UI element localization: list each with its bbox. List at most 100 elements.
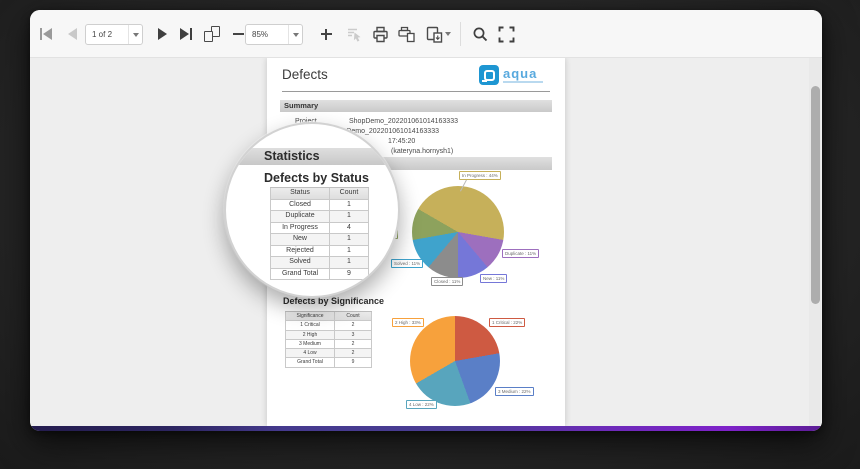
toolbar-separator	[460, 22, 461, 46]
summary-project-value: ShopDemo_202201061014163333	[349, 118, 458, 125]
table-row: New1	[270, 234, 369, 246]
select-tool-icon	[345, 25, 363, 43]
document-viewer: Defects aqua Summary Project ShopDemo_20…	[30, 58, 822, 426]
status-table: StatusCountClosed1Duplicate1In Progress4…	[270, 187, 369, 280]
previous-page-button[interactable]	[60, 23, 84, 45]
table-cell: In Progress	[271, 223, 330, 234]
chevron-down-icon	[133, 33, 139, 37]
table-row: 1 Critical2	[285, 321, 372, 330]
table-cell: 4 Low	[286, 349, 335, 357]
page-layout-button[interactable]	[200, 23, 224, 45]
pie-label-closed: Closed : 11%	[431, 277, 463, 286]
table-cell: Grand Total	[271, 269, 330, 280]
table-cell: Closed	[271, 200, 330, 211]
next-page-icon	[158, 28, 167, 40]
table-cell: 3	[335, 331, 372, 339]
fullscreen-button[interactable]	[494, 23, 518, 45]
table-cell: 1	[330, 234, 369, 245]
summary-section-header: Summary	[280, 100, 552, 112]
previous-page-icon	[68, 28, 77, 40]
table-cell: 3 Medium	[286, 340, 335, 348]
select-tool-button[interactable]	[342, 23, 366, 45]
aqua-logo-wordmark: aqua	[503, 68, 543, 79]
aqua-logo-tagline	[503, 81, 543, 83]
summary-user-value: (kateryna.hornysh1)	[391, 148, 453, 155]
scrollbar-thumb[interactable]	[811, 86, 820, 304]
defects-by-significance-title: Defects by Significance	[283, 296, 384, 306]
report-title: Defects	[282, 67, 328, 82]
print-button[interactable]	[368, 23, 392, 45]
table-row: Grand Total9	[270, 269, 369, 281]
pie-label-new: New : 11%	[480, 274, 507, 283]
pie-label-in-progress: In Progress : 44%	[459, 171, 501, 180]
toolbar: 1 of 2 85%	[30, 10, 822, 58]
zoom-out-icon	[233, 33, 244, 35]
defects-by-significance-pie-chart	[410, 316, 500, 406]
defects-by-status-pie-chart	[412, 186, 504, 278]
export-button[interactable]	[422, 23, 454, 45]
table-cell: Duplicate	[271, 211, 330, 222]
table-cell: 1 Critical	[286, 321, 335, 329]
report-viewer-window: 1 of 2 85%	[30, 10, 822, 431]
table-cell: 2	[335, 321, 372, 329]
next-page-button[interactable]	[150, 23, 174, 45]
table-cell: New	[271, 234, 330, 245]
table-cell: 2 High	[286, 331, 335, 339]
first-page-button[interactable]	[34, 23, 58, 45]
zoom-in-icon	[321, 29, 332, 40]
table-cell: Solved	[271, 257, 330, 268]
fullscreen-icon	[497, 25, 516, 44]
table-header-cell: Status	[271, 188, 330, 199]
aqua-logo-icon	[479, 65, 499, 85]
aqua-logo: aqua	[479, 65, 543, 85]
print-icon	[371, 25, 390, 44]
lens-defects-by-status-title: Defects by Status	[264, 171, 369, 185]
table-cell: Grand Total	[286, 358, 335, 366]
print-page-button[interactable]	[394, 23, 418, 45]
table-cell: 9	[335, 358, 372, 366]
magnifier-lens: Statistics Defects by Status StatusCount…	[224, 122, 400, 298]
pie-label-critical: 1 Critical : 22%	[489, 318, 525, 327]
zoom-in-button[interactable]	[314, 23, 338, 45]
table-cell: 1	[330, 200, 369, 211]
window-bottom-accent-bar	[30, 426, 822, 431]
table-row: 2 High3	[285, 331, 372, 340]
pie-label-solved: Solved : 11%	[391, 259, 423, 268]
table-header-cell: Count	[330, 188, 369, 199]
table-cell: 4	[330, 223, 369, 234]
first-page-icon	[40, 28, 43, 40]
zoom-level-combobox[interactable]: 85%	[245, 24, 303, 45]
table-row: Grand Total9	[285, 358, 372, 367]
page-layout-icon	[204, 26, 220, 42]
table-cell: 1	[330, 211, 369, 222]
table-header-row: StatusCount	[270, 188, 369, 200]
table-row: In Progress4	[270, 223, 369, 235]
pie-label-high: 2 High : 33%	[392, 318, 424, 327]
table-cell: 2	[335, 349, 372, 357]
table-row: 3 Medium2	[285, 340, 372, 349]
search-icon	[471, 25, 490, 44]
last-page-button[interactable]	[174, 23, 198, 45]
pie-label-medium: 3 Medium : 22%	[495, 387, 534, 396]
lens-statistics-header: Statistics	[226, 148, 398, 165]
page-indicator: 1 of 2	[86, 30, 128, 39]
search-button[interactable]	[468, 23, 492, 45]
table-row: Closed1	[270, 200, 369, 212]
summary-time-value: 17:45:20	[388, 138, 415, 145]
significance-table: SignificanceCount1 Critical22 High33 Med…	[285, 311, 372, 368]
pie-label-duplicate: Duplicate : 11%	[502, 249, 539, 258]
table-cell: 2	[335, 340, 372, 348]
table-row: Rejected1	[270, 246, 369, 258]
last-page-icon	[180, 28, 189, 40]
table-row: Solved1	[270, 257, 369, 269]
table-cell: Rejected	[271, 246, 330, 257]
table-row: Duplicate1	[270, 211, 369, 223]
page-number-combobox[interactable]: 1 of 2	[85, 24, 143, 45]
print-page-icon	[397, 25, 416, 44]
title-rule	[282, 91, 550, 92]
vertical-scrollbar[interactable]	[809, 58, 821, 426]
chevron-down-icon	[445, 32, 451, 36]
table-cell: 9	[330, 269, 369, 280]
zoom-level-value: 85%	[246, 30, 288, 39]
table-header-cell: Count	[335, 312, 372, 320]
